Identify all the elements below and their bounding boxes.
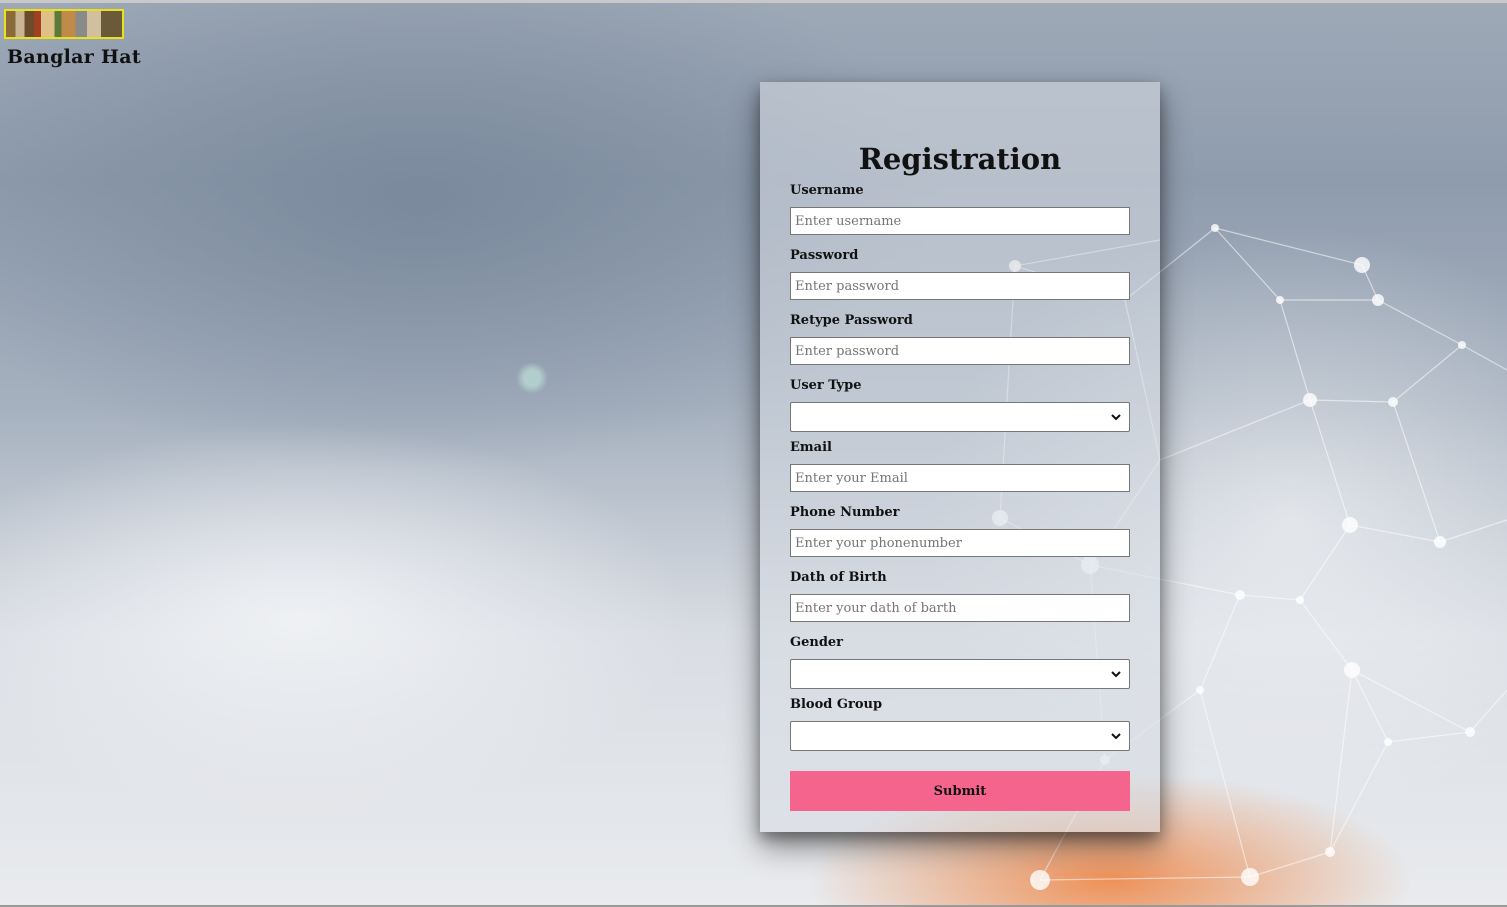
gender-select[interactable] — [790, 659, 1130, 689]
email-label: Email — [790, 440, 832, 455]
blood-group-select[interactable] — [790, 721, 1130, 751]
network-globe-background — [992, 224, 1507, 890]
password-label: Password — [790, 248, 859, 263]
dob-input[interactable] — [790, 594, 1130, 622]
username-label: Username — [790, 183, 864, 198]
logo-image[interactable] — [4, 9, 124, 39]
gender-label: Gender — [790, 635, 844, 650]
submit-button[interactable]: Submit — [790, 771, 1130, 811]
dob-label: Dath of Birth — [790, 570, 887, 585]
chevron-down-icon — [1111, 414, 1121, 421]
blood-group-label: Blood Group — [790, 697, 883, 712]
user-type-select[interactable] — [790, 402, 1130, 432]
password-input[interactable] — [790, 272, 1130, 300]
email-input[interactable] — [790, 464, 1130, 492]
registration-card: Registration Username Password Retype Pa… — [760, 82, 1160, 832]
user-type-label: User Type — [790, 378, 862, 393]
brand-name: Banglar Hat — [7, 46, 141, 68]
phone-label: Phone Number — [790, 505, 900, 520]
window-top-border — [0, 0, 1507, 3]
retype-password-input[interactable] — [790, 337, 1130, 365]
form-title: Registration — [858, 142, 1062, 176]
phone-input[interactable] — [790, 529, 1130, 557]
username-input[interactable] — [790, 207, 1130, 235]
retype-password-label: Retype Password — [790, 313, 913, 328]
chevron-down-icon — [1111, 671, 1121, 678]
chevron-down-icon — [1111, 733, 1121, 740]
